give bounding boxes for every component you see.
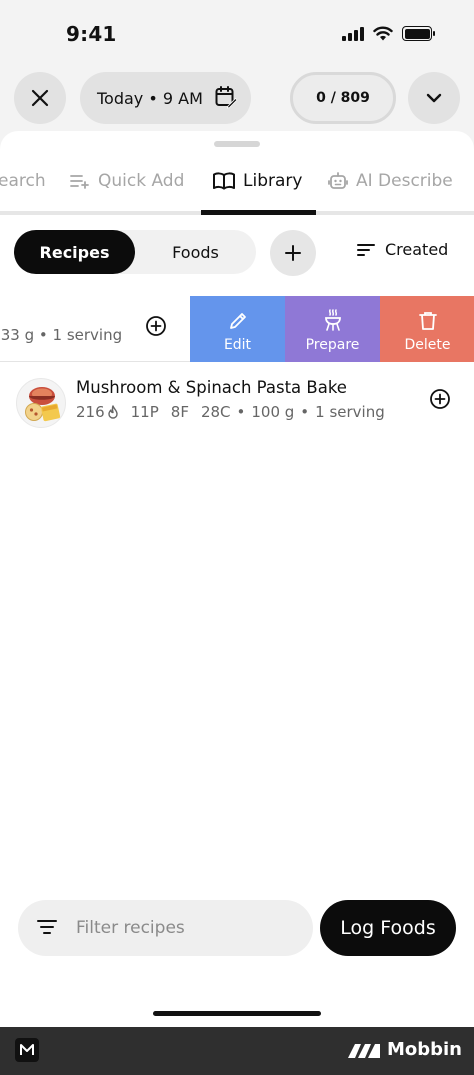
plus-icon <box>285 245 301 261</box>
log-foods-button[interactable]: Log Foods <box>320 900 456 956</box>
wifi-icon <box>373 26 393 41</box>
status-icons <box>342 26 435 41</box>
segment-recipes[interactable]: Recipes <box>14 230 135 274</box>
library-filter-row: Recipes Foods Created <box>0 230 474 276</box>
calendar-edit-icon <box>215 86 238 109</box>
recipe-nutrition: 216 11P 8F 28C • 100 g • 1 serving <box>76 403 385 421</box>
sort-lines-icon <box>357 243 375 256</box>
tab-library-label: Library <box>243 171 303 191</box>
top-toolbar: Today • 9 AM 0 / 809 <box>0 72 474 124</box>
expand-button[interactable] <box>408 72 460 124</box>
prepare-action-button[interactable]: Prepare <box>285 296 380 362</box>
filter-placeholder: Filter recipes <box>76 918 185 938</box>
status-time: 9:41 <box>66 22 117 46</box>
filter-icon <box>37 920 57 934</box>
calories-value: 216 <box>76 403 105 421</box>
mobbin-logo-icon <box>15 1038 39 1062</box>
recipe-thumbnail <box>16 378 66 428</box>
tab-library[interactable]: Library <box>213 171 302 191</box>
filter-recipes-input[interactable]: Filter recipes <box>18 900 313 956</box>
sort-label: Created <box>385 240 449 259</box>
active-tab-indicator <box>201 210 316 215</box>
fat-value: 8F <box>170 403 189 421</box>
tab-search-label: earch <box>0 171 46 191</box>
tab-search[interactable]: earch <box>0 171 46 191</box>
tab-ai-describe-label: AI Describe <box>356 171 453 191</box>
battery-icon <box>402 26 435 41</box>
date-time-label: Today • 9 AM <box>97 88 203 108</box>
delete-label: Delete <box>404 337 451 353</box>
serving-value: 1 serving <box>315 403 385 421</box>
add-recipe-button[interactable] <box>270 230 316 276</box>
tab-quick-add-label: Quick Add <box>98 171 185 191</box>
delete-action-button[interactable]: Delete <box>380 296 474 362</box>
mobbin-mark-icon <box>347 1043 380 1058</box>
trash-icon <box>418 312 437 330</box>
segment-foods[interactable]: Foods <box>135 230 256 274</box>
home-indicator[interactable] <box>153 1011 321 1016</box>
tab-ai-describe[interactable]: AI Describe <box>328 171 453 191</box>
close-icon <box>31 89 49 107</box>
robot-icon <box>328 172 348 189</box>
selected-count-indicator[interactable]: 0 / 809 <box>290 72 396 124</box>
quick-add-icon <box>70 175 89 189</box>
tab-quick-add[interactable]: Quick Add <box>70 171 184 191</box>
pencil-icon <box>229 313 246 329</box>
recipes-foods-toggle: Recipes Foods <box>14 230 256 274</box>
recipe-title: Mushroom & Spinach Pasta Bake <box>76 378 347 397</box>
sort-button[interactable]: Created <box>357 240 448 259</box>
watermark-footer: Mobbin <box>0 1027 474 1075</box>
date-time-picker[interactable]: Today • 9 AM <box>80 72 251 124</box>
mobbin-brand-label: Mobbin <box>386 1039 462 1060</box>
mobbin-brand: Mobbin <box>347 1039 462 1060</box>
recipe-row[interactable]: Mushroom & Spinach Pasta Bake 216 11P 8F… <box>0 372 474 438</box>
close-button[interactable] <box>14 72 66 124</box>
edit-label: Edit <box>223 337 252 353</box>
grill-icon <box>324 309 341 331</box>
status-bar: 9:41 <box>0 0 474 62</box>
bottom-sheet: earch Quick Add Library AI Describe Reci… <box>0 131 474 1027</box>
protein-value: 11P <box>130 403 159 421</box>
flame-icon <box>107 405 118 419</box>
recipe-meta: .33 g • 1 serving <box>0 326 123 344</box>
prepare-label: Prepare <box>305 337 360 353</box>
separator-dot: • <box>300 403 310 421</box>
row-divider <box>0 361 190 362</box>
tab-bar: earch Quick Add Library AI Describe <box>0 163 474 215</box>
add-circle-icon[interactable] <box>429 388 451 410</box>
separator-dot: • <box>236 403 246 421</box>
edit-action-button[interactable]: Edit <box>190 296 285 362</box>
carbs-value: 28C <box>200 403 231 421</box>
book-open-icon <box>213 172 235 190</box>
weight-value: 100 g <box>251 403 295 421</box>
chevron-down-icon <box>426 93 442 103</box>
cellular-signal-icon <box>342 26 364 41</box>
sheet-drag-handle[interactable] <box>214 141 260 147</box>
add-circle-icon[interactable] <box>145 315 167 337</box>
swiped-recipe-row[interactable]: .33 g • 1 serving Edit Prepare Delete <box>0 296 474 362</box>
